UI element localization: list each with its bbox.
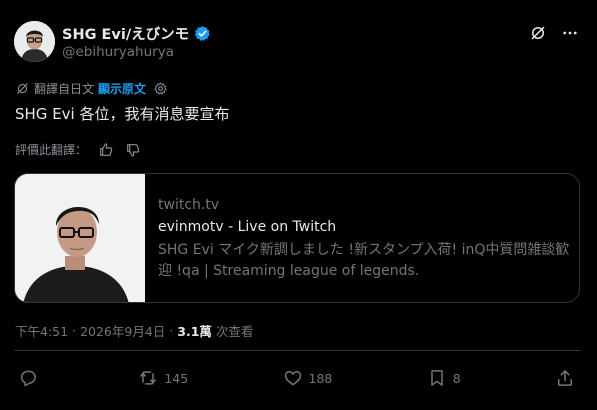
settings-gear-icon[interactable] <box>153 81 168 96</box>
card-domain: twitch.tv <box>158 197 220 213</box>
retweet-button[interactable]: 145 <box>138 368 188 388</box>
reply-button[interactable] <box>18 368 44 388</box>
tweet-top-actions <box>529 24 579 42</box>
show-original-link[interactable]: 顯示原文 <box>98 80 146 97</box>
translation-label: 翻譯自日文 <box>34 82 95 96</box>
reply-icon <box>21 370 36 387</box>
meta-separator: · <box>169 323 174 338</box>
thumbs-up-icon[interactable] <box>97 141 114 158</box>
tweet-meta: 下午4:51 · 2026年9月4日 · 3.1萬 次查看 <box>15 321 253 340</box>
divider <box>14 350 581 351</box>
like-button[interactable]: 188 <box>283 368 333 388</box>
tweet-date[interactable]: 2026年9月4日 <box>80 321 165 340</box>
retweet-count: 145 <box>164 370 189 386</box>
bookmark-count: 8 <box>452 370 461 386</box>
view-count: 3.1萬 <box>177 324 212 339</box>
card-description: SHG Evi マイク新調しました !新スタンプ入荷! inQ中質問雑談歓迎 !… <box>158 242 570 279</box>
thumbs-down-icon[interactable] <box>124 141 141 158</box>
bookmark-button[interactable]: 8 <box>427 368 461 388</box>
author-display-name[interactable]: SHG Evi/えびンモ <box>62 23 189 44</box>
tweet-time[interactable]: 下午4:51 <box>15 321 68 340</box>
author-avatar[interactable] <box>14 21 55 62</box>
retweet-icon <box>140 371 157 385</box>
tweet-text: SHG Evi 各位，我有消息要宣布 <box>15 105 230 123</box>
author-name-row[interactable]: SHG Evi/えびンモ <box>62 23 211 44</box>
verified-badge-icon <box>195 26 210 41</box>
bookmark-icon <box>430 370 443 386</box>
share-button[interactable] <box>555 368 575 388</box>
author-handle[interactable]: @ebihuryahurya <box>62 44 174 60</box>
share-icon <box>557 370 572 386</box>
tweet-action-bar: 145 188 8 <box>18 368 575 388</box>
heart-icon <box>284 371 301 386</box>
view-label: 次查看 <box>215 324 254 339</box>
link-preview-card[interactable]: twitch.tv evinmotv - Live on Twitch SHG … <box>14 173 580 303</box>
card-body[interactable]: twitch.tv evinmotv - Live on Twitch SHG … <box>145 174 579 302</box>
more-options-icon[interactable] <box>561 24 579 42</box>
translation-notice: 翻譯自日文 顯示原文 <box>15 80 168 97</box>
avatar-portrait-icon <box>14 21 55 62</box>
like-count: 188 <box>308 370 333 386</box>
person-portrait-icon <box>15 174 145 302</box>
grok-icon[interactable] <box>529 24 547 42</box>
meta-separator: · <box>72 323 77 338</box>
grok-translate-icon <box>17 83 28 94</box>
translation-rating: 評價此翻譯： <box>15 141 141 158</box>
rating-label: 評價此翻譯： <box>15 143 88 157</box>
card-title: evinmotv - Live on Twitch <box>158 219 337 235</box>
card-thumbnail[interactable] <box>15 174 145 302</box>
